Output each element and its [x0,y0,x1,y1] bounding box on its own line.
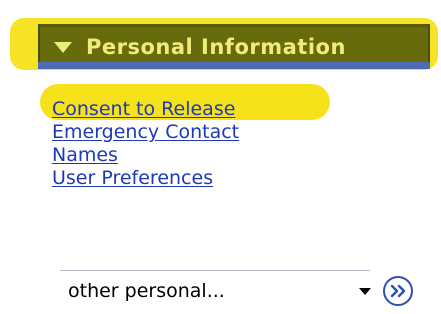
section-header[interactable]: Personal Information [38,24,430,66]
consent-to-release-link[interactable]: Consent to Release [52,98,239,121]
names-link[interactable]: Names [52,144,239,167]
double-chevron-right-icon [389,284,407,298]
triangle-down-icon[interactable] [52,39,74,55]
emergency-contact-link[interactable]: Emergency Contact [52,121,239,144]
user-preferences-link[interactable]: User Preferences [52,167,239,190]
header-accent-bar [38,62,430,69]
link-list: Consent to Release Emergency Contact Nam… [52,98,239,190]
dropdown-divider [60,270,370,271]
caret-down-icon[interactable] [356,285,374,297]
other-personal-select[interactable]: other personal... [60,272,378,310]
dropdown-selected-value: other personal... [68,280,225,302]
section-title: Personal Information [86,34,346,59]
go-button[interactable] [383,276,413,306]
